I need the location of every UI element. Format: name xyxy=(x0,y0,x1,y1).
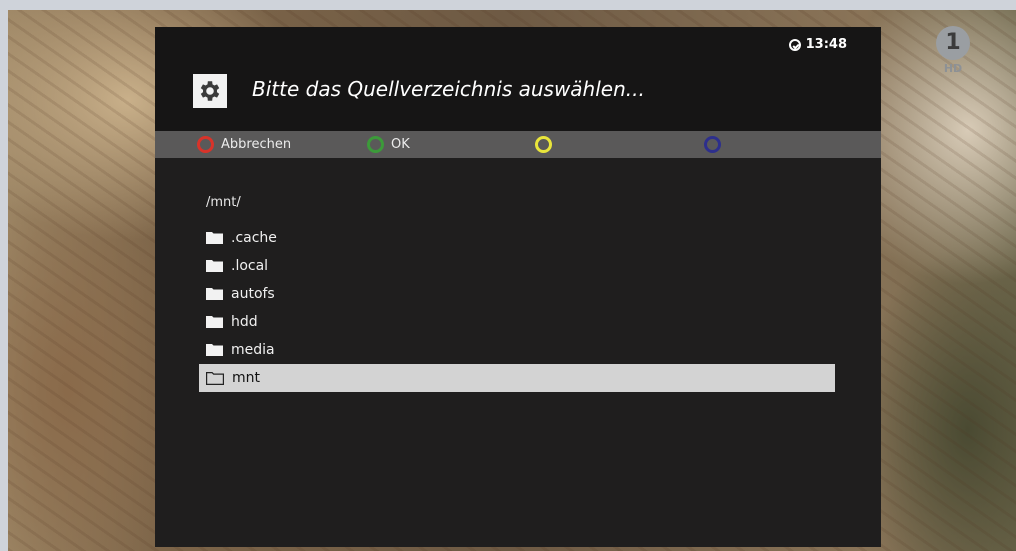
folder-icon xyxy=(206,316,223,328)
settings-icon-box xyxy=(193,74,227,108)
blue-circle-icon xyxy=(704,136,721,153)
current-path: /mnt/ xyxy=(206,195,241,210)
dialog-header: 13:48 Bitte das Quellverzeichnis auswähl… xyxy=(155,27,881,131)
blue-button[interactable] xyxy=(704,136,728,153)
yellow-button[interactable] xyxy=(535,136,559,153)
list-item-selected[interactable]: mnt xyxy=(199,364,835,392)
list-item[interactable]: media xyxy=(199,336,835,364)
green-circle-icon xyxy=(367,136,384,153)
red-button-label: Abbrechen xyxy=(221,137,292,152)
folder-icon xyxy=(206,260,223,272)
directory-list: .cache .local autofs hdd media mnt xyxy=(199,224,835,392)
list-item[interactable]: autofs xyxy=(199,280,835,308)
red-button[interactable]: Abbrechen xyxy=(197,136,291,153)
clock-time: 13:48 xyxy=(805,37,847,52)
directory-dialog: 13:48 Bitte das Quellverzeichnis auswähl… xyxy=(155,27,881,547)
channel-logo: 1 HD xyxy=(933,26,973,75)
clock: 13:48 xyxy=(788,37,847,52)
list-item-label: .local xyxy=(231,258,269,274)
folder-outline-icon xyxy=(206,371,224,385)
list-item-label: hdd xyxy=(231,314,258,330)
list-item[interactable]: hdd xyxy=(199,308,835,336)
clock-icon xyxy=(788,38,801,51)
green-button[interactable]: OK xyxy=(367,136,410,153)
green-button-label: OK xyxy=(391,137,410,152)
list-item-label: mnt xyxy=(232,370,260,386)
hd-badge: HD xyxy=(943,62,963,75)
channel-logo-icon: 1 xyxy=(936,26,970,60)
list-item-label: .cache xyxy=(231,230,277,246)
yellow-circle-icon xyxy=(535,136,552,153)
gear-icon xyxy=(200,81,220,101)
folder-icon xyxy=(206,344,223,356)
color-button-bar: Abbrechen OK xyxy=(155,131,881,158)
list-item[interactable]: .local xyxy=(199,252,835,280)
folder-icon xyxy=(206,288,223,300)
dialog-title: Bitte das Quellverzeichnis auswählen... xyxy=(252,77,645,101)
list-item[interactable]: .cache xyxy=(199,224,835,252)
red-circle-icon xyxy=(197,136,214,153)
folder-icon xyxy=(206,232,223,244)
list-item-label: media xyxy=(231,342,275,358)
list-item-label: autofs xyxy=(231,286,275,302)
